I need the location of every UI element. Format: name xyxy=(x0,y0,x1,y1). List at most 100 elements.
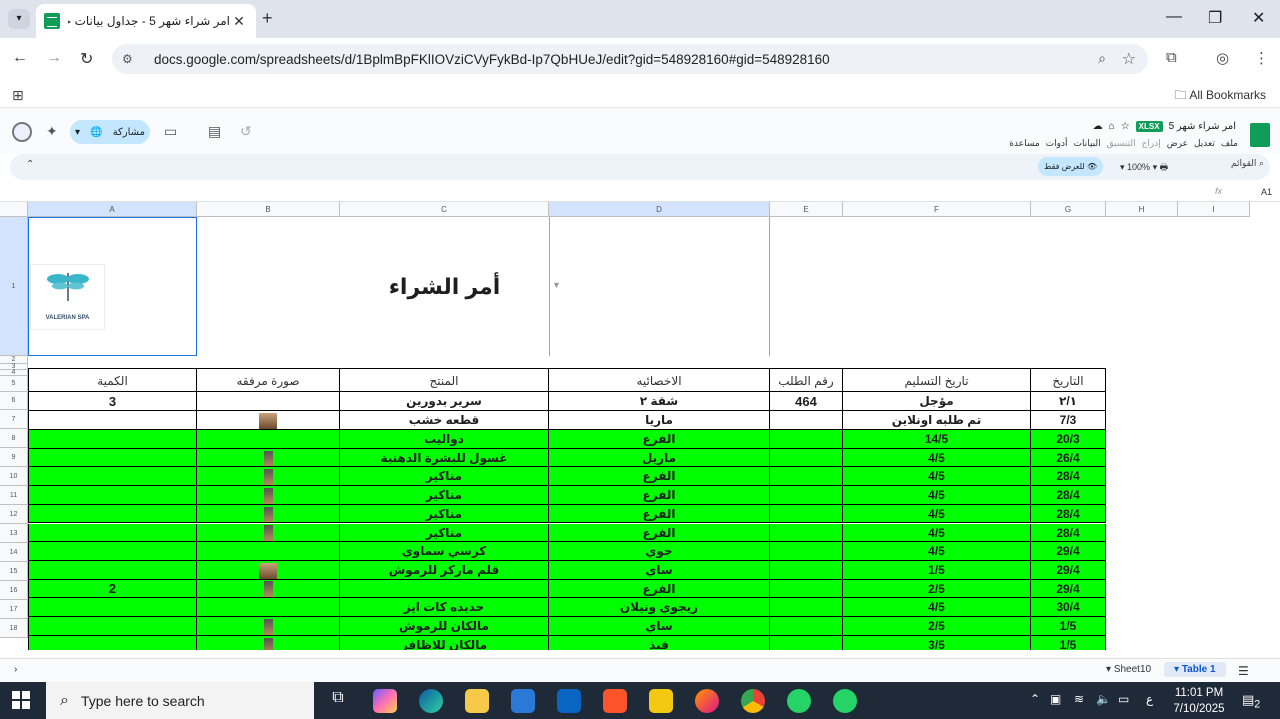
table-cell-delivery[interactable]: 4/5 xyxy=(843,598,1031,617)
task-view-icon[interactable]: ⧉ xyxy=(326,689,350,713)
table-cell-qty[interactable] xyxy=(28,411,197,430)
tab-search-button[interactable]: ▾ xyxy=(8,9,30,29)
sheet-tab-table1[interactable]: ▾ Table 1 xyxy=(1164,662,1226,677)
table-cell-specialist[interactable]: الفرع xyxy=(549,467,770,487)
volume-icon[interactable]: 🔈 xyxy=(1096,692,1111,706)
table-header-cell[interactable]: تاريخ التسليم xyxy=(843,368,1031,392)
table-cell-img[interactable] xyxy=(197,635,340,650)
table-cell-order[interactable] xyxy=(770,560,843,580)
chrome-icon[interactable] xyxy=(741,689,765,713)
table-cell-order[interactable] xyxy=(770,448,843,468)
file-explorer-icon[interactable] xyxy=(465,689,489,713)
table-cell-date[interactable]: 29/4 xyxy=(1031,542,1106,561)
table-cell-date[interactable]: ٢/١ xyxy=(1031,392,1106,411)
table-cell-specialist[interactable]: الفرع xyxy=(549,579,770,599)
meet-now-icon[interactable]: ▣ xyxy=(1050,692,1061,706)
edge-icon[interactable] xyxy=(419,689,443,713)
view-only-badge[interactable]: 👁 للعرض فقط xyxy=(1038,157,1104,176)
table-cell-qty[interactable]: 2 xyxy=(28,579,197,599)
battery-icon[interactable]: ▭ xyxy=(1118,692,1129,706)
reload-icon[interactable]: ↻ xyxy=(80,49,93,69)
table-cell-specialist[interactable]: ساي xyxy=(549,560,770,580)
search-menus[interactable]: ⌕ القوائم xyxy=(1231,158,1264,169)
firefox-icon[interactable] xyxy=(695,689,719,713)
table-cell-img[interactable] xyxy=(197,411,340,430)
table-cell-product[interactable]: مالكان للرموش xyxy=(340,617,549,636)
row-header[interactable]: 6 xyxy=(0,392,28,410)
close-tab-icon[interactable]: ✕ xyxy=(230,13,248,30)
table-cell-order[interactable] xyxy=(770,467,843,487)
table-cell-order[interactable] xyxy=(770,635,843,650)
table-cell-product[interactable] xyxy=(340,579,549,599)
table-cell-date[interactable]: 28/4 xyxy=(1031,486,1106,505)
table-cell-delivery[interactable]: 3/5 xyxy=(843,635,1031,650)
table-cell-date[interactable]: 28/4 xyxy=(1031,504,1106,524)
attached-image-thumbnail[interactable] xyxy=(259,412,277,429)
table-cell-product[interactable]: كرسي سماوي xyxy=(340,542,549,561)
attached-image-thumbnail[interactable] xyxy=(263,506,273,523)
wifi-icon[interactable]: ≋ xyxy=(1074,692,1084,706)
table-header-cell[interactable]: التاريخ xyxy=(1031,368,1106,392)
sheet-tab-sheet10[interactable]: ▾ Sheet10 xyxy=(1106,664,1151,675)
minimize-icon[interactable]: — xyxy=(1166,8,1182,26)
table-cell-product[interactable]: مالكان للاظافر xyxy=(340,635,549,650)
table-cell-order[interactable] xyxy=(770,486,843,505)
column-header[interactable]: H xyxy=(1106,202,1178,217)
zoom-icon[interactable]: ⌕ xyxy=(1098,50,1106,67)
table-header-cell[interactable]: الاخصائيه xyxy=(549,368,770,392)
outlook-icon[interactable] xyxy=(557,689,581,713)
table-cell-qty[interactable] xyxy=(28,635,197,650)
table-cell-product[interactable]: مناكير xyxy=(340,467,549,487)
clock[interactable]: 11:01 PM 7/10/2025 xyxy=(1164,685,1234,717)
doc-name[interactable]: امر شراء شهر 5 xyxy=(1169,121,1236,132)
star-doc-icon[interactable]: ☆ xyxy=(1121,121,1130,132)
table-header-cell[interactable]: صورة مرفقه xyxy=(197,368,340,392)
site-info-icon[interactable]: ⚙ xyxy=(122,52,138,66)
omnibox[interactable]: ⚙ docs.google.com/spreadsheets/d/1BplmBp… xyxy=(112,44,1148,74)
table-cell-delivery[interactable]: 14/5 xyxy=(843,430,1031,449)
collapse-toolbar-icon[interactable]: ⌃ xyxy=(26,159,34,170)
table-cell-product[interactable]: حديده كات ايز xyxy=(340,598,549,617)
account-avatar[interactable] xyxy=(12,122,32,142)
attached-image-thumbnail[interactable] xyxy=(263,469,273,486)
attached-image-thumbnail[interactable] xyxy=(263,618,273,635)
table-cell-img[interactable] xyxy=(197,467,340,487)
table-cell-product[interactable]: قطعه خشب xyxy=(340,411,549,430)
column-header[interactable]: A xyxy=(28,202,197,217)
table-cell-img[interactable] xyxy=(197,560,340,580)
close-window-icon[interactable]: ✕ xyxy=(1252,8,1265,28)
menu-view[interactable]: عرض xyxy=(1167,138,1188,149)
table-cell-specialist[interactable]: شقة ٢ xyxy=(549,392,770,411)
table-cell-specialist[interactable]: الفرع xyxy=(549,430,770,449)
table-cell-date[interactable]: 7/3 xyxy=(1031,411,1106,430)
table-cell-delivery[interactable]: تم طلبه اونلاين xyxy=(843,411,1031,430)
row-header[interactable]: 7 xyxy=(0,410,28,429)
table-cell-date[interactable]: 26/4 xyxy=(1031,448,1106,468)
table-cell-product[interactable]: قلم ماركر للرموش xyxy=(340,560,549,580)
gemini-spark-icon[interactable]: ✦ xyxy=(46,123,58,140)
table-cell-delivery[interactable]: مؤجل xyxy=(843,392,1031,411)
table-cell-delivery[interactable]: 4/5 xyxy=(843,523,1031,543)
table-cell-specialist[interactable]: الفرع xyxy=(549,486,770,505)
menu-file[interactable]: ملف xyxy=(1221,138,1238,149)
brave-icon[interactable] xyxy=(603,689,627,713)
table-cell-img[interactable] xyxy=(197,617,340,636)
menu-help[interactable]: مساعدة xyxy=(1009,138,1039,149)
table-cell-order[interactable] xyxy=(770,542,843,561)
table-cell-specialist[interactable]: ماريل xyxy=(549,448,770,468)
zoom-select[interactable]: ▾ 100% ▾ 🖶 xyxy=(1120,160,1168,176)
table-cell-qty[interactable] xyxy=(28,598,197,617)
row-header[interactable]: 8 xyxy=(0,429,28,448)
table-cell-delivery[interactable]: 1/5 xyxy=(843,560,1031,580)
share-button[interactable]: مشاركة 🌐 ▾ xyxy=(70,120,150,144)
table-cell-qty[interactable]: 3 xyxy=(28,392,197,411)
table-cell-product[interactable]: غسول للبشرة الدهنية xyxy=(340,448,549,468)
column-header[interactable]: E xyxy=(770,202,843,217)
dropdown-chip-icon[interactable]: ▼ xyxy=(552,280,561,290)
table-header-cell[interactable]: المنتج xyxy=(340,368,549,392)
name-box[interactable]: A1 xyxy=(1261,187,1272,197)
table-cell-img[interactable] xyxy=(197,579,340,599)
column-header[interactable]: G xyxy=(1031,202,1106,217)
menu-format[interactable]: التنسيق xyxy=(1107,138,1136,149)
table-cell-date[interactable]: 28/4 xyxy=(1031,467,1106,487)
